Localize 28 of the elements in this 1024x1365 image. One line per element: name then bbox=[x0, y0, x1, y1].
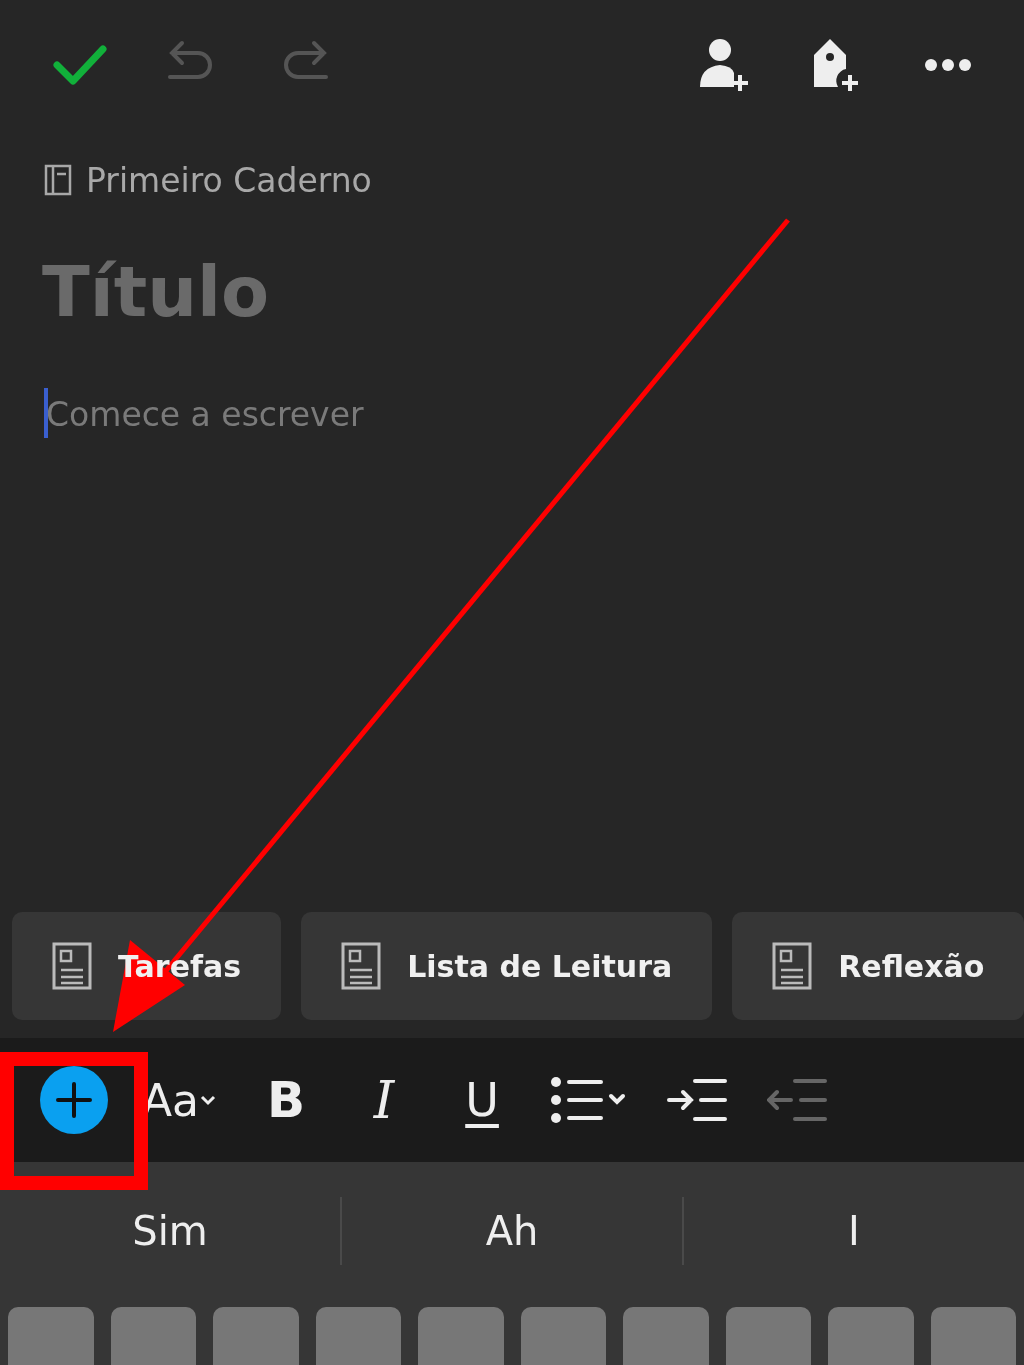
indent-icon bbox=[667, 1078, 728, 1122]
keyboard-key[interactable] bbox=[930, 1307, 1016, 1365]
underline-button[interactable]: U bbox=[447, 1060, 518, 1140]
more-icon bbox=[924, 58, 972, 72]
italic-button[interactable]: I bbox=[349, 1060, 420, 1140]
document-icon bbox=[341, 942, 382, 990]
template-chip[interactable]: Lista de Leitura bbox=[301, 912, 713, 1020]
word-suggestion[interactable]: Sim bbox=[0, 1208, 340, 1254]
body-field[interactable]: Comece a escrever bbox=[44, 386, 946, 442]
outdent-icon bbox=[767, 1078, 828, 1122]
title-field[interactable]: Título bbox=[40, 250, 944, 334]
keyboard-key[interactable] bbox=[520, 1307, 606, 1365]
notebook-name[interactable]: Primeiro Caderno bbox=[86, 160, 372, 200]
notebook-icon bbox=[44, 164, 72, 196]
document-icon bbox=[52, 942, 92, 990]
bullet-list-icon bbox=[551, 1076, 628, 1124]
plus-icon bbox=[56, 1082, 92, 1118]
template-chip[interactable]: Reflexão bbox=[732, 912, 1024, 1020]
checkmark-icon bbox=[53, 43, 107, 87]
keyboard-key[interactable] bbox=[315, 1307, 401, 1365]
document-icon bbox=[772, 942, 813, 990]
chevron-icon bbox=[199, 1094, 218, 1106]
word-suggestion[interactable]: I bbox=[684, 1208, 1024, 1254]
text-cursor bbox=[44, 388, 48, 438]
keyboard-key[interactable] bbox=[725, 1307, 811, 1365]
bold-button[interactable]: B bbox=[251, 1060, 322, 1140]
keyboard-key[interactable] bbox=[110, 1307, 196, 1365]
word-suggestion[interactable]: Ah bbox=[342, 1208, 682, 1254]
